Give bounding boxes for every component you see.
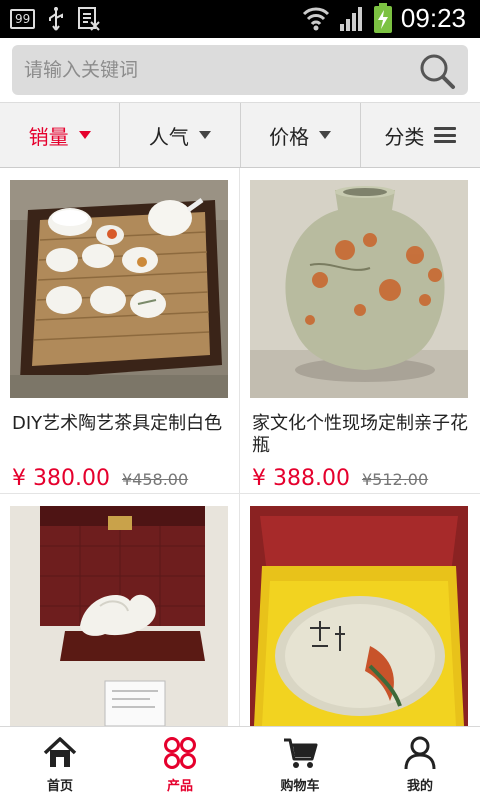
vase-photo[interactable] xyxy=(250,180,468,398)
usb-icon xyxy=(49,7,64,31)
filter-tab-label: 价格 xyxy=(269,124,310,149)
search-bar xyxy=(0,38,480,102)
product-grid: DIY艺术陶艺茶具定制白色 ¥ 380.00 ¥458.00 家文化个性现场定制… xyxy=(0,168,480,726)
cart-icon xyxy=(284,738,318,768)
sort-arrow-icon xyxy=(78,131,91,139)
user-icon xyxy=(404,736,436,770)
product-card[interactable] xyxy=(240,494,480,726)
product-card[interactable]: DIY艺术陶艺茶具定制白色 ¥ 380.00 ¥458.00 xyxy=(0,168,240,494)
home-icon xyxy=(43,737,77,767)
product-original-price: ¥512.00 xyxy=(361,470,429,489)
notification-count-badge: 99 xyxy=(10,9,36,29)
filter-tab-category[interactable]: 分类 xyxy=(361,103,480,167)
product-original-price: ¥458.00 xyxy=(121,470,189,489)
tab-products[interactable]: 产品 xyxy=(120,727,240,800)
filter-bar: 销量 人气 价格 分类 xyxy=(0,102,480,168)
tea-set-photo[interactable] xyxy=(10,180,228,398)
sim-icon xyxy=(78,7,100,31)
tab-home[interactable]: 首页 xyxy=(0,727,120,800)
fish-plate-photo[interactable] xyxy=(250,506,468,726)
price-row: ¥ 388.00 ¥512.00 xyxy=(252,466,428,491)
battery-charging-icon xyxy=(373,3,392,33)
filter-tab-popularity[interactable]: 人气 xyxy=(120,103,241,167)
sort-arrow-icon xyxy=(198,131,211,139)
clock: 09:23 xyxy=(400,2,466,33)
tab-label: 我的 xyxy=(406,779,433,794)
filter-tab-sales[interactable]: 销量 xyxy=(0,103,121,167)
search-box[interactable] xyxy=(12,45,468,95)
status-right-icons: 09:23 xyxy=(301,2,466,34)
product-title: DIY艺术陶艺茶具定制白色 xyxy=(12,413,223,434)
price-row: ¥ 380.00 ¥458.00 xyxy=(12,466,188,491)
menu-icon xyxy=(434,127,457,143)
product-card[interactable]: 家文化个性现场定制亲子花瓶 ¥ 388.00 ¥512.00 xyxy=(240,168,480,494)
wifi-icon xyxy=(302,7,329,31)
tab-profile[interactable]: 我的 xyxy=(360,727,480,800)
product-card[interactable] xyxy=(0,494,240,726)
tab-label: 产品 xyxy=(166,779,193,794)
tab-cart[interactable]: 购物车 xyxy=(240,727,360,800)
product-title: 家文化个性现场定制亲子花瓶 xyxy=(252,413,468,456)
filter-tab-price[interactable]: 价格 xyxy=(241,103,361,167)
product-price: ¥ 388.00 xyxy=(252,466,350,491)
status-bar: 99 09:23 xyxy=(0,0,480,38)
search-input[interactable] xyxy=(24,55,404,85)
tab-label: 购物车 xyxy=(280,779,320,794)
tab-label: 首页 xyxy=(46,779,73,794)
product-price: ¥ 380.00 xyxy=(12,466,110,491)
products-icon xyxy=(164,737,196,769)
jade-carving-photo[interactable] xyxy=(10,506,228,726)
status-left-icons: 99 xyxy=(10,6,101,32)
filter-tab-label: 人气 xyxy=(148,124,189,149)
sort-arrow-icon xyxy=(319,131,332,139)
search-icon[interactable] xyxy=(418,52,456,90)
filter-tab-label: 分类 xyxy=(384,124,425,149)
filter-tab-label: 销量 xyxy=(28,124,69,149)
bottom-tab-bar: 首页 产品 购物车 我的 xyxy=(0,726,480,800)
signal-icon xyxy=(339,7,362,31)
